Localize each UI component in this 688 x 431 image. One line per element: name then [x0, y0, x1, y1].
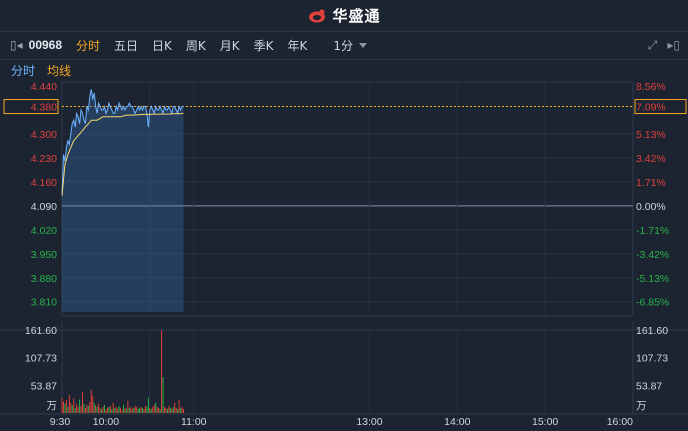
price-tick-label: 3.810	[31, 297, 57, 309]
percent-tick-label: -6.85%	[636, 297, 669, 309]
percent-tick-label: -5.13%	[636, 273, 669, 285]
price-tick-label: 4.440	[31, 81, 57, 93]
volume-unit-label: 万	[47, 400, 58, 412]
percent-tick-label: 3.42%	[636, 153, 666, 165]
percent-tick-label: -1.71%	[636, 225, 669, 237]
volume-right-tick-label: 107.73	[636, 353, 668, 365]
volume-unit-right-label: 万	[636, 400, 647, 412]
time-tick-label: 9:30	[50, 416, 71, 428]
price-tick-label: 4.300	[31, 129, 57, 141]
percent-tick-label: 0.00%	[636, 201, 666, 213]
volume-right-tick-label: 53.87	[636, 380, 662, 392]
volume-tick-label: 53.87	[31, 380, 57, 392]
volume-tick-label: 161.60	[25, 325, 57, 337]
intraday-chart[interactable]: 4.440 8.56% 4.380 7.09% 4.300 5.13% 4.230 3.42%…	[0, 0, 688, 431]
volume-right-tick-label: 161.60	[636, 325, 668, 337]
price-tick-label: 3.880	[31, 273, 57, 285]
price-tick-label: 4.020	[31, 225, 57, 237]
time-tick-label: 11:00	[181, 416, 207, 428]
percent-tick-label: -3.42%	[636, 249, 669, 261]
price-tick-label: 4.160	[31, 177, 57, 189]
price-tick-label: 4.090	[31, 201, 57, 213]
price-area-fill	[62, 89, 184, 313]
time-tick-label: 16:00	[607, 416, 633, 428]
time-tick-label: 15:00	[532, 416, 558, 428]
percent-tick-label: 8.56%	[636, 81, 666, 93]
price-tick-label: 4.230	[31, 153, 57, 165]
percent-tick-label: 7.09%	[636, 102, 666, 114]
percent-tick-label: 5.13%	[636, 129, 666, 141]
time-tick-label: 13:00	[356, 416, 382, 428]
time-tick-label: 10:00	[93, 416, 119, 428]
volume-tick-label: 107.73	[25, 353, 57, 365]
time-tick-label: 14:00	[444, 416, 470, 428]
price-tick-label: 4.380	[31, 102, 57, 114]
percent-tick-label: 1.71%	[636, 177, 666, 189]
price-tick-label: 3.950	[31, 249, 57, 261]
